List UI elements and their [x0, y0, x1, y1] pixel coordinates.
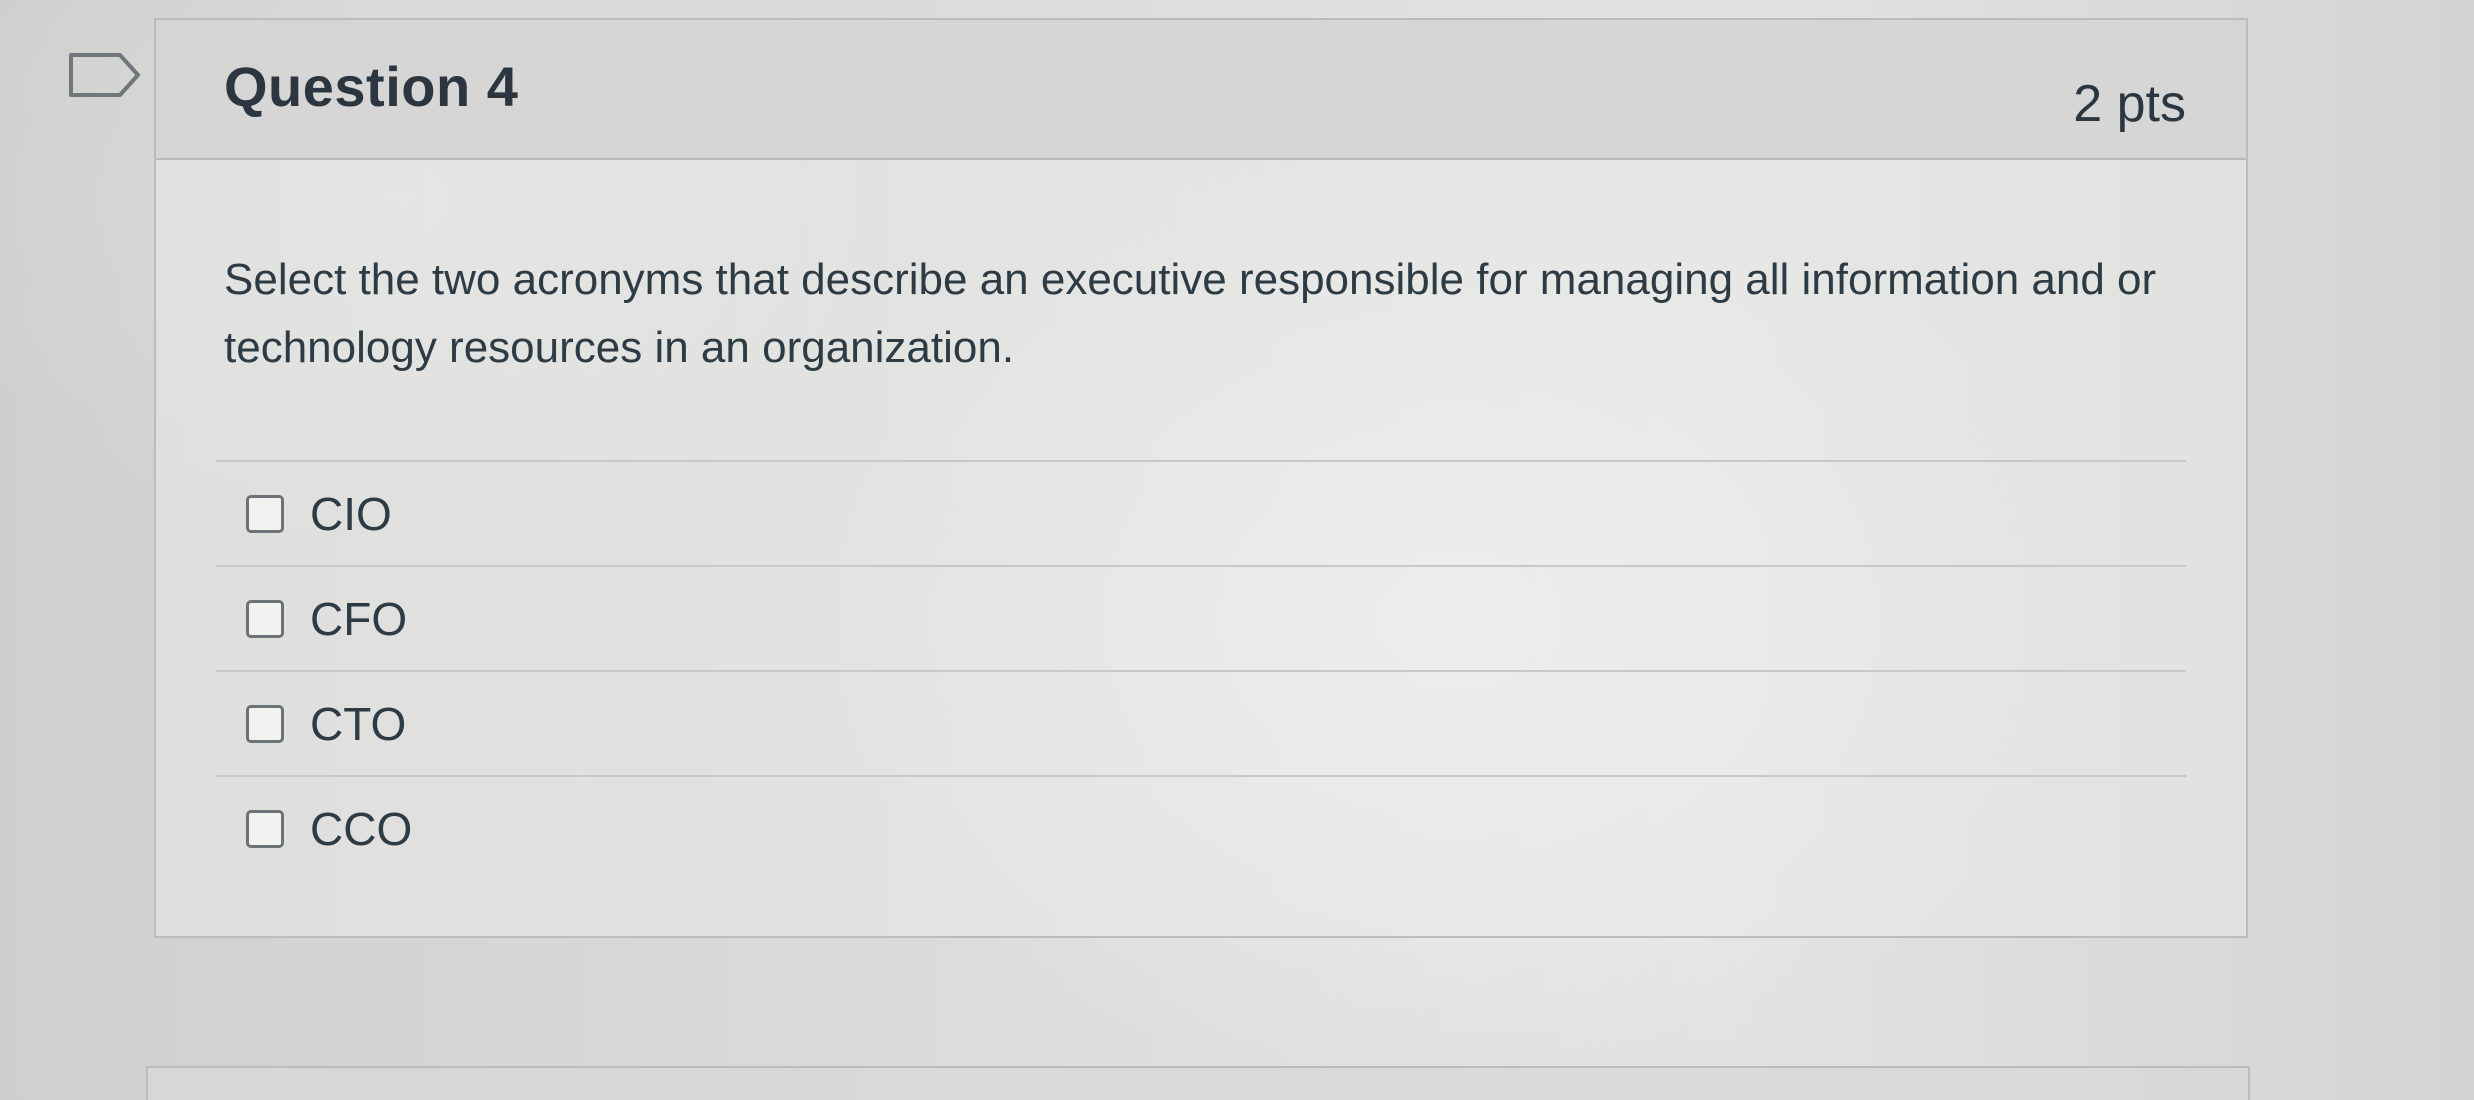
question-text: Select the two acronyms that describe an…: [224, 255, 2157, 372]
flag-icon[interactable]: [68, 52, 142, 98]
question-card: Question 4 2 pts Select the two acronyms…: [154, 18, 2248, 938]
answer-option-cfo[interactable]: CFO: [216, 565, 2186, 670]
next-question-card: [146, 1066, 2250, 1100]
question-title: Question 4: [224, 55, 519, 118]
question-points: 2 pts: [2073, 75, 2186, 133]
answer-label: CFO: [310, 592, 408, 645]
checkbox[interactable]: [246, 809, 284, 848]
checkbox[interactable]: [246, 494, 284, 533]
answer-option-cto[interactable]: CTO: [216, 670, 2186, 775]
answer-label: CCO: [310, 802, 413, 855]
checkbox[interactable]: [246, 704, 284, 743]
checkbox[interactable]: [246, 599, 284, 638]
question-header: Question 4 2 pts: [156, 20, 2246, 160]
answer-label: CIO: [310, 487, 392, 540]
answer-option-cio[interactable]: CIO: [216, 460, 2186, 565]
answer-option-cco[interactable]: CCO: [216, 775, 2186, 880]
answer-label: CTO: [310, 697, 407, 750]
answer-list: CIO CFO CTO CCO: [216, 460, 2186, 880]
